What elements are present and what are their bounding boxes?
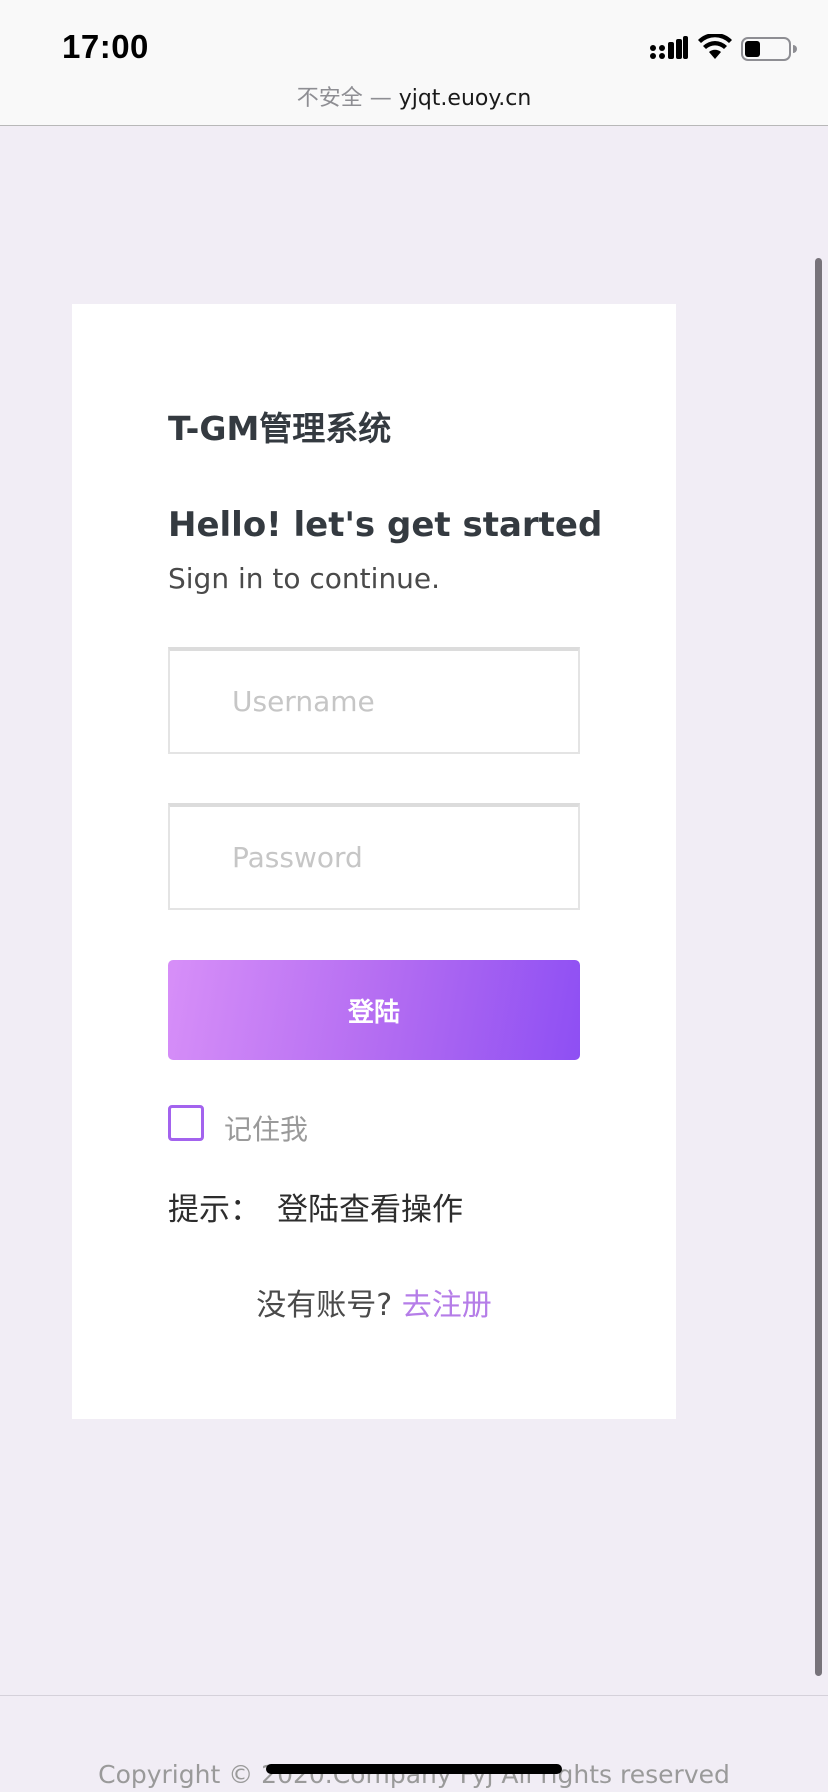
browser-screen: 17:00 不安全 — yjqt.euoy.cn T-GM管理系统 Hello!… xyxy=(0,0,828,1792)
cellular-signal-icon xyxy=(650,36,688,59)
login-button[interactable]: 登陆 xyxy=(168,960,580,1060)
remember-me-label: 记住我 xyxy=(224,1113,309,1146)
password-input[interactable] xyxy=(168,803,580,910)
home-indicator[interactable] xyxy=(266,1764,562,1774)
url-host: yjqt.euoy.cn xyxy=(398,86,532,111)
url-bar[interactable]: 不安全 — yjqt.euoy.cn xyxy=(0,80,828,112)
remember-me-checkbox[interactable] xyxy=(168,1105,204,1141)
status-time: 17:00 xyxy=(62,28,149,65)
brand-title: T-GM管理系统 xyxy=(168,409,392,448)
welcome-subheading: Sign in to continue. xyxy=(168,562,441,595)
security-warning: 不安全 — xyxy=(296,86,392,111)
username-input[interactable] xyxy=(168,647,580,754)
register-prompt: 没有账号? xyxy=(256,1288,402,1323)
footer-divider xyxy=(0,1695,828,1696)
hint-text: 登陆查看操作 xyxy=(277,1192,463,1228)
login-card: T-GM管理系统 Hello! let's get started Sign i… xyxy=(72,304,676,1419)
wifi-icon xyxy=(698,34,732,59)
register-link[interactable]: 去注册 xyxy=(402,1288,492,1323)
welcome-heading: Hello! let's get started xyxy=(168,505,603,545)
browser-top-bar: 17:00 不安全 — yjqt.euoy.cn xyxy=(0,0,828,126)
battery-icon xyxy=(741,37,797,61)
hint-label: 提示： xyxy=(168,1192,261,1228)
page-scrollbar[interactable] xyxy=(815,258,822,1676)
register-row: 没有账号? 去注册 xyxy=(72,1280,676,1324)
